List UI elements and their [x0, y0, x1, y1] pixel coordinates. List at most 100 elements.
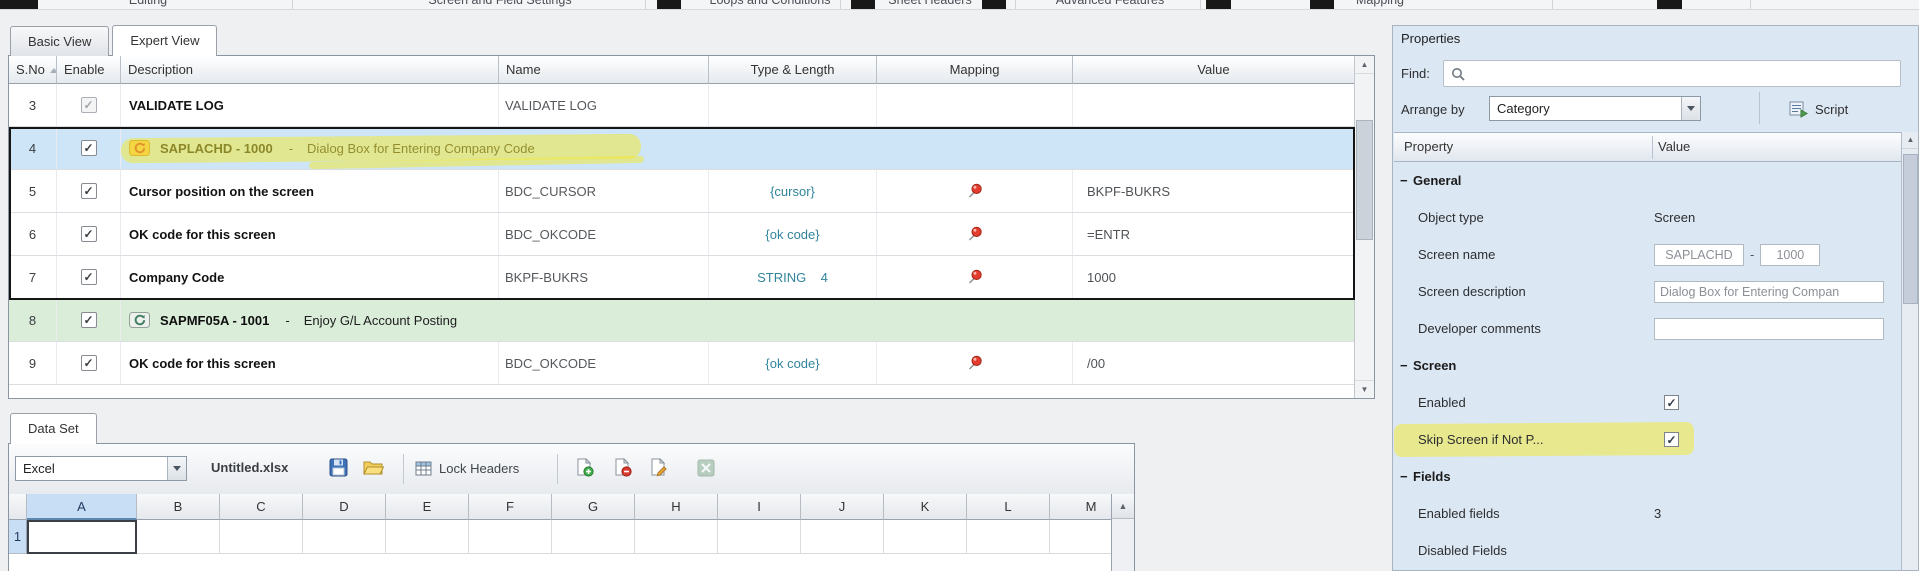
- screen-separator: -: [288, 140, 294, 156]
- column-header-enable[interactable]: Enable: [57, 56, 121, 84]
- column-header-h[interactable]: H: [635, 494, 718, 520]
- select-all-corner[interactable]: [9, 494, 27, 520]
- table-row[interactable]: 5 ✓ Cursor position on the screen BDC_CURSO…: [9, 170, 1374, 213]
- column-header-c[interactable]: C: [220, 494, 303, 520]
- properties-pane: Properties Find: Arrange by Category Scr…: [1392, 25, 1919, 571]
- add-sheet-icon[interactable]: [575, 457, 594, 482]
- ribbon-cut-button[interactable]: [982, 0, 1006, 9]
- mapping-pin-icon[interactable]: [967, 183, 983, 199]
- row-header[interactable]: 1: [9, 520, 27, 554]
- rename-sheet-icon[interactable]: [649, 457, 668, 482]
- enable-checkbox[interactable]: ✓: [80, 269, 97, 285]
- scrollbar-thumb[interactable]: [1903, 154, 1918, 304]
- ribbon-cut-button[interactable]: [0, 0, 38, 9]
- column-header-g[interactable]: G: [552, 494, 635, 520]
- arrange-by-select[interactable]: Category: [1489, 96, 1701, 121]
- ribbon-cut-button[interactable]: [1206, 0, 1231, 9]
- column-header-name[interactable]: Name: [499, 56, 709, 84]
- tab-basic-view[interactable]: Basic View: [10, 26, 110, 56]
- column-header-d[interactable]: D: [303, 494, 386, 520]
- spreadsheet-cell[interactable]: [884, 520, 967, 554]
- mapping-pin-icon[interactable]: [967, 355, 983, 371]
- screen-name-input[interactable]: SAPLACHD: [1654, 243, 1744, 266]
- table-row[interactable]: 6 ✓ OK code for this screen BDC_OKCODE {ok c…: [9, 213, 1374, 256]
- property-grid: − General Object type Screen Screen name SAPL…: [1394, 162, 1901, 570]
- table-row[interactable]: 4 ✓ SAPLACHD - 1000- Dialog Box for Enterin…: [9, 127, 1374, 170]
- column-header-f[interactable]: F: [469, 494, 552, 520]
- scroll-up-icon[interactable]: ▲: [1355, 56, 1374, 74]
- column-header-a[interactable]: A: [27, 494, 137, 520]
- table-row[interactable]: 3 ✓ VALIDATE LOG VALIDATE LOG: [9, 84, 1374, 127]
- save-icon[interactable]: [329, 458, 348, 482]
- spreadsheet-cell[interactable]: [718, 520, 801, 554]
- enable-checkbox[interactable]: ✓: [80, 226, 97, 242]
- screen-description-input[interactable]: Dialog Box for Entering Compan: [1654, 280, 1884, 303]
- column-header-mapping[interactable]: Mapping: [877, 56, 1073, 84]
- screen-number-input[interactable]: 1000: [1760, 243, 1821, 266]
- column-header-s-no[interactable]: S.No: [9, 56, 57, 84]
- spreadsheet-cell[interactable]: [386, 520, 469, 554]
- column-header-i[interactable]: I: [718, 494, 801, 520]
- script-table-scrollbar[interactable]: ▲ ▼: [1354, 56, 1374, 398]
- script-button[interactable]: Script: [1789, 96, 1848, 122]
- script-button-label: Script: [1815, 101, 1849, 117]
- scroll-down-icon[interactable]: ▼: [1355, 380, 1374, 398]
- column-header-e[interactable]: E: [386, 494, 469, 520]
- spreadsheet-cell[interactable]: [552, 520, 635, 554]
- spreadsheet-cell[interactable]: [635, 520, 718, 554]
- table-row[interactable]: 7 ✓ Company Code BKPF-BUKRS STRING 4 1000: [9, 256, 1374, 299]
- developer-comments-input[interactable]: [1654, 317, 1884, 340]
- scroll-up-icon[interactable]: ▲: [1902, 132, 1918, 149]
- column-header-b[interactable]: B: [137, 494, 220, 520]
- ribbon-cut-button[interactable]: [657, 0, 681, 9]
- enabled-checkbox[interactable]: ✓: [1664, 395, 1679, 410]
- spreadsheet-cell[interactable]: [303, 520, 386, 554]
- enable-checkbox[interactable]: ✓: [80, 312, 97, 328]
- enable-checkbox[interactable]: ✓: [80, 97, 97, 113]
- enable-checkbox[interactable]: ✓: [80, 183, 97, 199]
- lock-headers-button[interactable]: Lock Headers: [439, 461, 519, 476]
- scrollbar-thumb[interactable]: [1356, 120, 1373, 240]
- spreadsheet-column-headers: ABCDEFGHIJKLM: [9, 494, 1112, 520]
- collapse-icon[interactable]: −: [1400, 358, 1413, 373]
- enable-checkbox[interactable]: ✓: [80, 140, 97, 156]
- type-length-cell: [709, 84, 877, 126]
- collapse-icon[interactable]: −: [1400, 173, 1413, 188]
- spreadsheet-cell[interactable]: [220, 520, 303, 554]
- mapping-pin-icon[interactable]: [967, 226, 983, 242]
- table-row[interactable]: 8 ✓ SAPMF05A - 1001- Enjoy G/L Account Post…: [9, 299, 1374, 342]
- tab-expert-view[interactable]: Expert View: [112, 25, 218, 56]
- column-header-m[interactable]: M: [1050, 494, 1112, 520]
- spreadsheet-cell[interactable]: [967, 520, 1050, 554]
- cell-a1[interactable]: [27, 520, 137, 554]
- column-header-value[interactable]: Value: [1073, 56, 1355, 84]
- ribbon-cut-button[interactable]: [851, 0, 875, 9]
- remove-sheet-icon[interactable]: [613, 457, 632, 482]
- chevron-down-icon[interactable]: [1681, 97, 1700, 120]
- column-header-description[interactable]: Description: [121, 56, 499, 84]
- spreadsheet-scrollbar[interactable]: ▲: [1111, 494, 1134, 571]
- spreadsheet-cell[interactable]: [137, 520, 220, 554]
- column-header-l[interactable]: L: [967, 494, 1050, 520]
- lock-headers-icon[interactable]: [415, 461, 432, 481]
- collapse-icon[interactable]: −: [1400, 469, 1413, 484]
- chevron-down-icon[interactable]: [167, 457, 186, 480]
- mapping-pin-icon[interactable]: [967, 269, 983, 285]
- scroll-up-icon[interactable]: ▲: [1112, 494, 1134, 519]
- skip-screen-if-not-p-checkbox[interactable]: ✓: [1664, 432, 1679, 447]
- data-source-select[interactable]: Excel: [15, 456, 187, 481]
- ribbon-cut-button[interactable]: [1310, 0, 1334, 9]
- properties-scrollbar[interactable]: ▲: [1901, 132, 1918, 570]
- ribbon-cut-button[interactable]: [1657, 0, 1682, 9]
- column-header-k[interactable]: K: [884, 494, 967, 520]
- table-row[interactable]: 9 ✓ OK code for this screen BDC_OKCODE {ok c…: [9, 342, 1374, 385]
- column-header-j[interactable]: J: [801, 494, 884, 520]
- enable-checkbox[interactable]: ✓: [80, 355, 97, 371]
- find-input[interactable]: [1443, 60, 1901, 87]
- column-header-type-length[interactable]: Type & Length: [709, 56, 877, 84]
- tab-data-set[interactable]: Data Set: [10, 413, 97, 444]
- spreadsheet-cell[interactable]: [801, 520, 884, 554]
- spreadsheet-cell[interactable]: [1050, 520, 1112, 554]
- open-file-icon[interactable]: [363, 459, 385, 481]
- spreadsheet-cell[interactable]: [469, 520, 552, 554]
